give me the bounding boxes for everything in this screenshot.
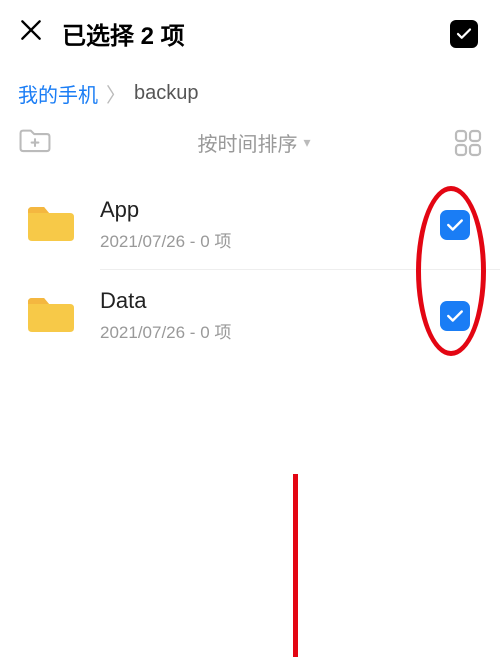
chevron-down-icon: ▾ <box>303 134 310 151</box>
item-meta: 2021/07/26 - 0 项 <box>100 318 440 343</box>
select-all-button[interactable] <box>450 20 478 48</box>
list-item[interactable]: Data 2021/07/26 - 0 项 <box>0 270 500 361</box>
item-meta: 2021/07/26 - 0 项 <box>100 227 440 252</box>
breadcrumb-root[interactable]: 我的手机 <box>18 79 98 108</box>
grid-view-icon[interactable] <box>442 129 482 157</box>
annotation-line <box>293 474 298 657</box>
new-folder-icon[interactable] <box>18 126 66 159</box>
sort-label: 按时间排序 <box>197 128 297 157</box>
checkbox-checked-icon[interactable] <box>440 301 470 331</box>
folder-icon <box>26 201 84 248</box>
item-name: Data <box>100 288 440 314</box>
file-list: App 2021/07/26 - 0 项 Data 2021/07/26 - 0… <box>0 171 500 361</box>
page-title: 已选择 2 项 <box>62 16 450 51</box>
list-item[interactable]: App 2021/07/26 - 0 项 <box>0 179 500 270</box>
breadcrumb-current: backup <box>134 82 199 105</box>
breadcrumb: 我的手机 〉 backup <box>0 61 500 122</box>
chevron-right-icon: 〉 <box>106 79 126 108</box>
close-icon[interactable] <box>18 17 62 50</box>
item-name: App <box>100 197 440 223</box>
checkbox-checked-icon[interactable] <box>440 210 470 240</box>
folder-icon <box>26 292 84 339</box>
sort-button[interactable]: 按时间排序 ▾ <box>66 128 442 157</box>
